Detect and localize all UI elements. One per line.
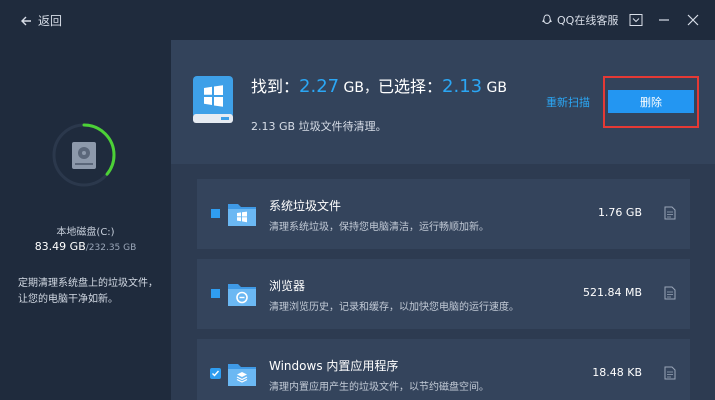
- title-bar: 返回 QQ在线客服: [0, 0, 715, 40]
- disk-total: /232.35 GB: [85, 243, 137, 253]
- menu-button[interactable]: [629, 12, 643, 26]
- back-label: 返回: [38, 14, 63, 28]
- qq-support-button[interactable]: QQ在线客服: [541, 12, 618, 28]
- selected-unit: GB: [482, 80, 507, 96]
- apps-folder-icon: [228, 364, 256, 386]
- disk-usage-ring: [52, 123, 116, 187]
- item-name: 系统垃圾文件: [269, 199, 342, 213]
- disk-name: 本地磁盘(C:): [56, 227, 115, 238]
- found-prefix: 找到：: [251, 77, 300, 96]
- document-icon[interactable]: [664, 206, 676, 220]
- list-item-windows-apps[interactable]: Windows 内置应用程序 清理内置应用产生的垃圾文件，以节约磁盘空间。 18…: [197, 339, 690, 400]
- pending-label: GB 垃圾文件待清理。: [275, 120, 387, 133]
- item-name: 浏览器: [269, 279, 306, 293]
- qq-support-label: QQ在线客服: [557, 14, 619, 27]
- document-icon[interactable]: [664, 286, 676, 300]
- windows-drive-icon: [193, 76, 233, 123]
- item-size: 521.84 MB: [582, 286, 642, 299]
- item-description: 清理浏览历史，记录和缓存，以加快您电脑的运行速度。: [269, 302, 519, 313]
- disk-usage-text: 83.49 GB/232.35 GB: [0, 240, 171, 253]
- windows-folder-icon: [228, 204, 256, 226]
- document-icon[interactable]: [664, 366, 676, 380]
- rescan-link[interactable]: 重新扫描: [546, 94, 590, 110]
- pending-cleanup-text: 2.13 GB 垃圾文件待清理。: [251, 118, 387, 134]
- item-size: 18.48 KB: [592, 366, 642, 379]
- found-unit: GB，: [339, 80, 378, 96]
- scan-result-headline: 找到：2.27 GB，已选择：2.13 GB: [251, 73, 507, 97]
- item-size: 1.76 GB: [597, 206, 642, 219]
- checkmark-icon: [212, 370, 220, 377]
- browser-folder-icon: [228, 284, 256, 306]
- selected-value: 2.13: [442, 76, 483, 97]
- hard-disk-icon: [72, 142, 96, 169]
- selected-prefix: 已选择：: [378, 77, 443, 96]
- minimize-icon: [659, 19, 669, 21]
- checked-checkbox[interactable]: [210, 368, 221, 379]
- left-panel: 本地磁盘(C:) 83.49 GB/232.35 GB 定期清理系统盘上的垃圾文…: [0, 40, 171, 400]
- delete-button[interactable]: 删除: [608, 90, 694, 113]
- back-button[interactable]: 返回: [20, 12, 62, 29]
- arrow-left-icon: [21, 16, 31, 25]
- partial-checkbox[interactable]: [211, 209, 220, 218]
- dropdown-menu-icon: [629, 14, 643, 26]
- pending-size: 2.13: [251, 120, 276, 133]
- minimize-button[interactable]: [657, 12, 671, 26]
- item-name: Windows 内置应用程序: [269, 359, 399, 373]
- qq-penguin-icon: [542, 14, 552, 25]
- scan-summary: 找到：2.27 GB，已选择：2.13 GB 2.13 GB 垃圾文件待清理。 …: [171, 40, 715, 164]
- cleanup-tip: 定期清理系统盘上的垃圾文件，让您的电脑干净如新。: [18, 278, 158, 305]
- close-button[interactable]: [686, 12, 700, 26]
- found-value: 2.27: [299, 76, 340, 97]
- close-icon: [687, 14, 699, 26]
- partial-checkbox[interactable]: [211, 289, 220, 298]
- item-description: 清理系统垃圾，保持您电脑清洁，运行畅顺加新。: [269, 222, 489, 233]
- main-panel: 找到：2.27 GB，已选择：2.13 GB 2.13 GB 垃圾文件待清理。 …: [171, 40, 715, 400]
- disk-used: 83.49 GB: [34, 240, 86, 253]
- item-description: 清理内置应用产生的垃圾文件，以节约磁盘空间。: [269, 382, 489, 393]
- list-item-system-junk[interactable]: 系统垃圾文件 清理系统垃圾，保持您电脑清洁，运行畅顺加新。 1.76 GB: [197, 179, 690, 249]
- list-item-browser[interactable]: 浏览器 清理浏览历史，记录和缓存，以加快您电脑的运行速度。 521.84 MB: [197, 259, 690, 329]
